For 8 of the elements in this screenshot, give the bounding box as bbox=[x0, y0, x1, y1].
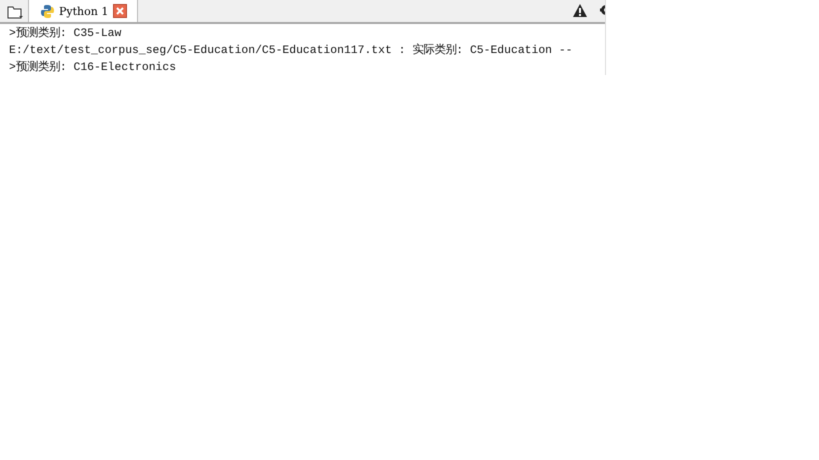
console-tab[interactable]: Python 1 bbox=[28, 0, 138, 22]
close-icon[interactable] bbox=[113, 4, 128, 18]
folder-icon[interactable] bbox=[7, 5, 23, 19]
console-line: >预测类别: C16-Electronics bbox=[9, 60, 178, 76]
console-line: >预测类别: C35-Law bbox=[9, 26, 122, 42]
snake-icon bbox=[41, 4, 54, 18]
warning-icon[interactable] bbox=[573, 4, 587, 17]
console-line: E:/text/test_corpus_seg/C5-Education/C5-Education117.txt : 实际类别: C5-Education -- bbox=[9, 43, 574, 59]
